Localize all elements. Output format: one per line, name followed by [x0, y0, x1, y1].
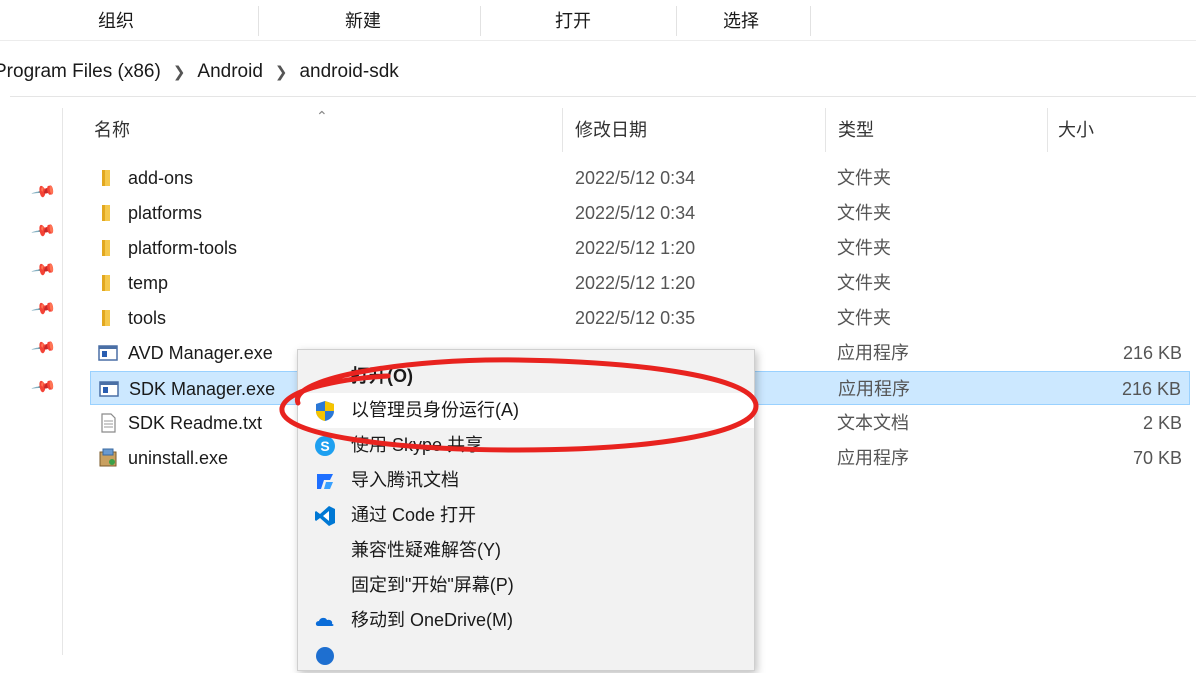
file-name: SDK Manager.exe: [129, 379, 276, 399]
ribbon-divider: [480, 6, 481, 36]
file-name: platform-tools: [128, 238, 238, 258]
file-name: temp: [128, 273, 169, 293]
file-type: 文件夹: [837, 308, 891, 328]
file-row[interactable]: platform-tools 2022/5/12 1:20 文件夹: [90, 231, 1190, 265]
ribbon-divider: [810, 6, 811, 36]
file-name: tools: [128, 308, 167, 328]
menu-item-label: 固定到"开始"屏幕(P): [351, 575, 514, 595]
menu-item-open[interactable]: 打开(O): [298, 359, 754, 394]
file-row[interactable]: platforms 2022/5/12 0:34 文件夹: [90, 196, 1190, 230]
breadcrumb: Program Files (x86) ❯ Android ❯ android-…: [0, 58, 401, 86]
menu-item-run-as-admin[interactable]: 以管理员身份运行(A): [298, 393, 754, 428]
file-type: 应用程序: [838, 379, 910, 399]
menu-item-move-to-onedrive[interactable]: 移动到 OneDrive(M): [298, 603, 754, 638]
menu-item-tencent-docs[interactable]: 导入腾讯文档: [298, 463, 754, 498]
file-size: 216 KB: [1122, 343, 1182, 363]
select-button[interactable]: 选择: [698, 8, 784, 34]
onedrive-icon: [315, 617, 334, 626]
menu-item-open-with-code[interactable]: 通过 Code 打开: [298, 498, 754, 533]
vscode-icon: [315, 506, 335, 526]
menu-item-label: 兼容性疑难解答(Y): [351, 540, 501, 560]
tencent-docs-icon: [317, 474, 333, 489]
file-size: 2 KB: [1142, 413, 1182, 433]
open-button[interactable]: 打开: [530, 8, 616, 34]
file-name: SDK Readme.txt: [128, 413, 263, 433]
organize-button[interactable]: 组织: [74, 8, 158, 34]
file-date: 2022/5/12 1:20: [575, 273, 696, 293]
ribbon-toolbar: 组织 新建 打开 选择: [0, 0, 1196, 38]
pin-icon[interactable]: 📌: [30, 295, 58, 323]
file-name: platforms: [128, 203, 203, 223]
address-bar-border: [10, 96, 1196, 97]
file-name: uninstall.exe: [128, 448, 229, 468]
breadcrumb-android[interactable]: Android: [195, 61, 265, 83]
file-type: 应用程序: [837, 448, 909, 468]
column-header-name[interactable]: 名称: [94, 116, 130, 144]
archive-icon: [316, 647, 334, 665]
file-name: add-ons: [128, 168, 194, 188]
menu-item-label: 移动到 OneDrive(M): [351, 610, 514, 630]
pin-icon[interactable]: 📌: [30, 217, 58, 245]
column-divider[interactable]: [1047, 108, 1048, 152]
menu-item-label: 打开(O): [351, 366, 413, 386]
column-header-date[interactable]: 修改日期: [575, 116, 647, 144]
ribbon-divider: [258, 6, 259, 36]
new-button[interactable]: 新建: [320, 8, 406, 34]
file-date: 2022/5/12 1:20: [575, 238, 696, 258]
file-type: 文件夹: [837, 203, 891, 223]
file-date: 2022/5/12 0:34: [575, 203, 696, 223]
file-type: 文件夹: [837, 238, 891, 258]
column-divider[interactable]: [825, 108, 826, 152]
menu-item-skype-share[interactable]: S 使用 Skype 共享: [298, 428, 754, 463]
context-menu: 打开(O) 以管理员身份运行(A) S 使用 Skype 共享 导入腾讯文档 通…: [297, 349, 755, 671]
chevron-right-icon[interactable]: ❯: [275, 63, 288, 81]
svg-text:S: S: [320, 438, 329, 454]
menu-item-label: 以管理员身份运行(A): [351, 400, 519, 420]
pin-icon[interactable]: 📌: [30, 373, 58, 401]
file-type: 文本文档: [837, 413, 909, 433]
file-size: 70 KB: [1132, 448, 1182, 468]
menu-item-label: 使用 Skype 共享: [351, 435, 484, 455]
skype-icon: S: [315, 436, 335, 456]
column-header-size[interactable]: 大小: [1058, 116, 1094, 144]
file-row[interactable]: tools 2022/5/12 0:35 文件夹: [90, 301, 1190, 335]
sort-ascending-icon: ⌃: [316, 108, 328, 124]
file-type: 应用程序: [837, 343, 909, 363]
menu-item-troubleshoot-compat[interactable]: 兼容性疑难解答(Y): [298, 533, 754, 568]
file-row[interactable]: add-ons 2022/5/12 0:34 文件夹: [90, 161, 1190, 195]
ribbon-bottom-border: [0, 40, 1196, 41]
file-row[interactable]: temp 2022/5/12 1:20 文件夹: [90, 266, 1190, 300]
file-type: 文件夹: [837, 168, 891, 188]
menu-item-label: 导入腾讯文档: [351, 470, 459, 490]
navigation-pane: 📌 📌 📌 📌 📌 📌: [0, 108, 63, 655]
menu-item-partial[interactable]: [298, 638, 754, 673]
breadcrumb-program-files[interactable]: Program Files (x86): [0, 61, 163, 83]
pin-icon[interactable]: 📌: [30, 334, 58, 362]
breadcrumb-android-sdk[interactable]: android-sdk: [297, 61, 400, 83]
menu-item-label: 通过 Code 打开: [351, 505, 477, 525]
menu-item-pin-to-start[interactable]: 固定到"开始"屏幕(P): [298, 568, 754, 603]
column-divider[interactable]: [562, 108, 563, 152]
file-type: 文件夹: [837, 273, 891, 293]
file-size: 216 KB: [1121, 379, 1181, 399]
ribbon-divider: [676, 6, 677, 36]
pin-icon[interactable]: 📌: [30, 178, 58, 206]
uac-shield-icon: [316, 401, 334, 421]
file-date: 2022/5/12 0:35: [575, 308, 696, 328]
file-name: AVD Manager.exe: [128, 343, 273, 363]
column-header-type[interactable]: 类型: [838, 116, 874, 144]
pin-icon[interactable]: 📌: [30, 256, 58, 284]
file-date: 2022/5/12 0:34: [575, 168, 696, 188]
chevron-right-icon[interactable]: ❯: [173, 63, 186, 81]
